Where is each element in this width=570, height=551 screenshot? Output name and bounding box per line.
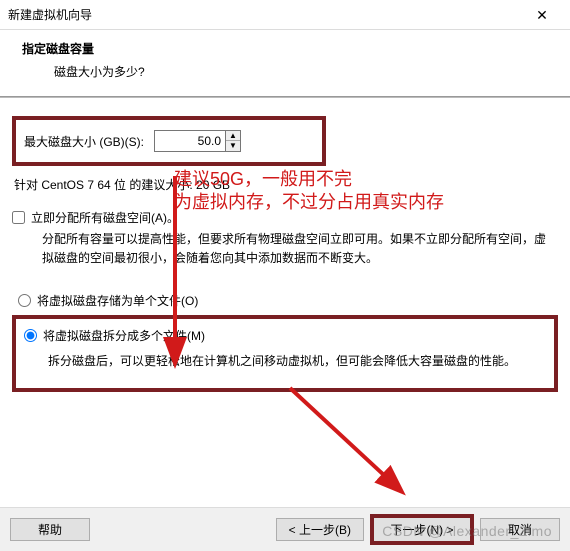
radio-single-input[interactable] bbox=[18, 294, 31, 307]
allocate-now-checkbox[interactable]: 立即分配所有磁盘空间(A)。 bbox=[12, 209, 558, 226]
disk-size-label: 最大磁盘大小 (GB)(S): bbox=[24, 133, 144, 150]
radio-split-box: 将虚拟磁盘拆分成多个文件(M) 拆分磁盘后，可以更轻松地在计算机之间移动虚拟机，… bbox=[12, 315, 558, 391]
radio-single-file[interactable]: 将虚拟磁盘存储为单个文件(O) bbox=[18, 292, 552, 309]
radio-split-label: 将虚拟磁盘拆分成多个文件(M) bbox=[43, 327, 205, 344]
radio-split-files[interactable]: 将虚拟磁盘拆分成多个文件(M) bbox=[24, 327, 540, 344]
disk-size-input[interactable] bbox=[155, 132, 225, 150]
footer: 帮助 < 上一步(B) 下一步(N) > 取消 bbox=[0, 507, 570, 551]
radio-single-label: 将虚拟磁盘存储为单个文件(O) bbox=[37, 292, 198, 309]
disk-size-spinner[interactable]: ▲ ▼ bbox=[154, 130, 241, 152]
page-subheading: 磁盘大小为多少? bbox=[22, 63, 548, 80]
spinner-up-icon[interactable]: ▲ bbox=[226, 131, 240, 141]
allocate-now-desc: 分配所有容量可以提高性能，但要求所有物理磁盘空间立即可用。如果不立即分配所有空间… bbox=[12, 226, 558, 278]
radio-split-desc: 拆分磁盘后，可以更轻松地在计算机之间移动虚拟机，但可能会降低大容量磁盘的性能。 bbox=[18, 350, 546, 381]
allocate-now-input[interactable] bbox=[12, 211, 25, 224]
window-title: 新建虚拟机向导 bbox=[8, 6, 522, 23]
radio-split-input[interactable] bbox=[24, 329, 37, 342]
page-heading: 指定磁盘容量 bbox=[22, 40, 548, 57]
recommended-size: 针对 CentOS 7 64 位 的建议大小: 20 GB bbox=[14, 176, 558, 193]
spinner-down-icon[interactable]: ▼ bbox=[226, 141, 240, 151]
back-button[interactable]: < 上一步(B) bbox=[276, 518, 364, 541]
allocate-now-label: 立即分配所有磁盘空间(A)。 bbox=[31, 209, 179, 226]
help-button[interactable]: 帮助 bbox=[10, 518, 90, 541]
cancel-button[interactable]: 取消 bbox=[480, 518, 560, 541]
close-icon[interactable]: ✕ bbox=[522, 0, 562, 30]
disk-size-row: 最大磁盘大小 (GB)(S): ▲ ▼ bbox=[12, 116, 326, 166]
next-button[interactable]: 下一步(N) > bbox=[370, 514, 474, 545]
